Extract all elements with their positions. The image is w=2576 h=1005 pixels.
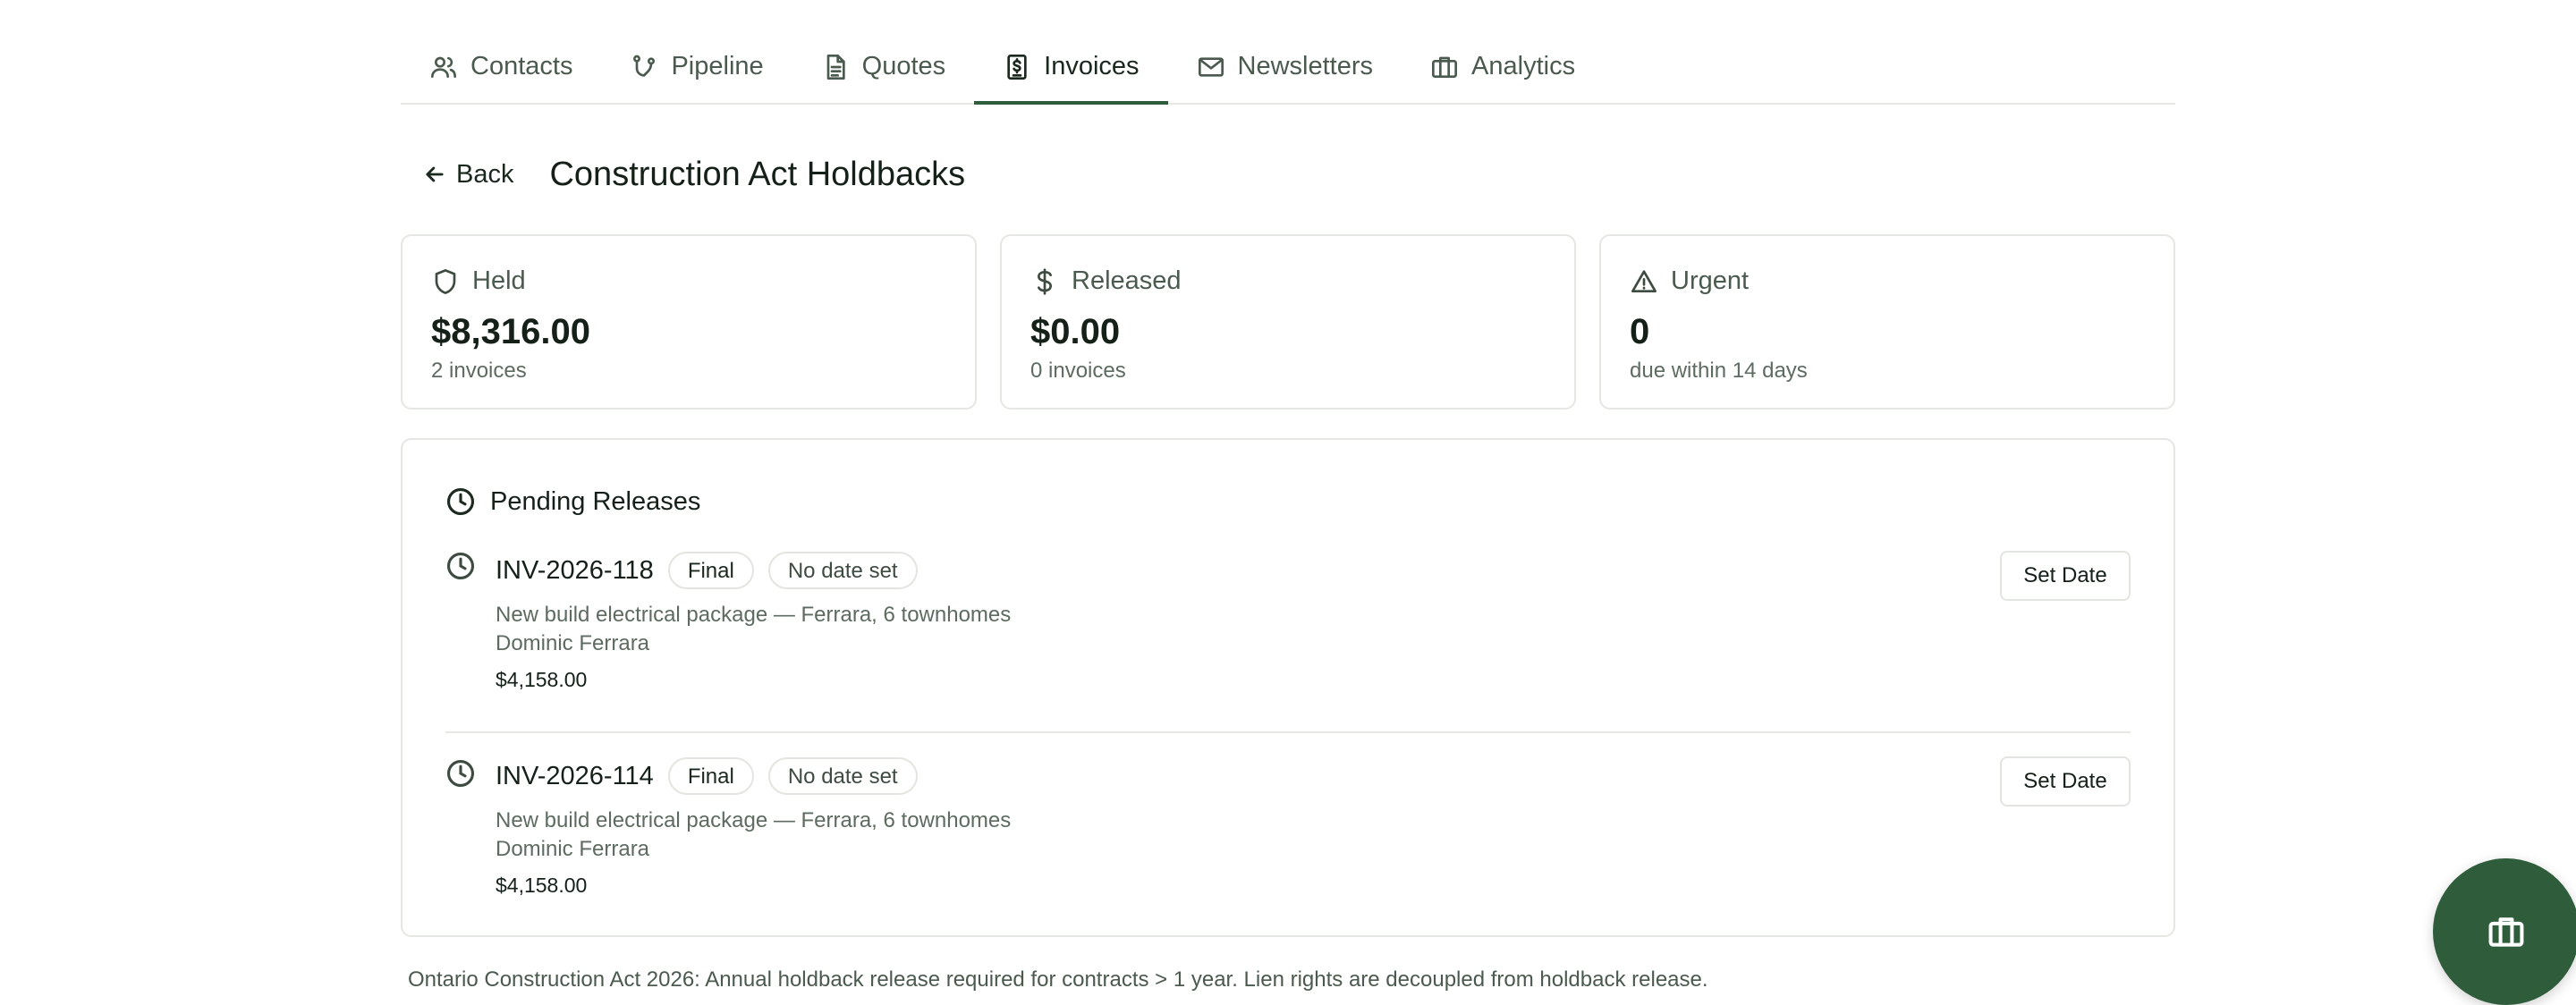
- release-header: INV-2026-118 Final No date set: [496, 551, 1011, 590]
- briefcase-icon: [1432, 56, 1458, 78]
- dollar-icon: [1038, 267, 1052, 295]
- date-badge: No date set: [767, 552, 918, 589]
- held-count: 2 invoices: [431, 359, 527, 383]
- held-amount: $8,316.00: [431, 312, 590, 351]
- invoice-icon: [1007, 54, 1027, 80]
- urgent-count: 0: [1630, 312, 1650, 351]
- holdback-amount: $4,158.00: [496, 874, 588, 897]
- tab-label: Quotes: [861, 52, 946, 80]
- tab-label: Analytics: [1471, 52, 1576, 80]
- list-item: INV-2026-118 Final No date set New build…: [445, 551, 2131, 703]
- card-header: Urgent: [1630, 266, 2145, 296]
- pipeline-icon: [633, 55, 656, 77]
- client-name: Dominic Ferrara: [496, 631, 650, 655]
- pending-releases-panel: Pending Releases INV-2026-118 Final No d…: [401, 438, 2175, 937]
- back-button[interactable]: Back: [422, 160, 513, 190]
- document-icon: [826, 54, 845, 80]
- panel-header: Pending Releases: [445, 486, 700, 517]
- tab-label: Pipeline: [671, 52, 764, 80]
- shield-icon: [435, 268, 456, 294]
- card-header: Held: [431, 266, 946, 296]
- set-date-button[interactable]: Set Date: [2000, 551, 2131, 601]
- tab-invoices[interactable]: Invoices: [974, 30, 1168, 105]
- briefcase-icon: [2488, 917, 2524, 947]
- tab-label: Newsletters: [1237, 52, 1374, 80]
- date-badge: No date set: [767, 757, 918, 795]
- release-details: INV-2026-118 Final No date set New build…: [496, 551, 1011, 694]
- card-label: Released: [1072, 266, 1182, 295]
- warning-icon: [1631, 269, 1657, 292]
- tab-newsletters[interactable]: Newsletters: [1168, 30, 1402, 103]
- tab-analytics[interactable]: Analytics: [1402, 30, 1604, 103]
- invoice-number: INV-2026-118: [496, 555, 654, 585]
- users-icon: [431, 56, 456, 78]
- tab-contacts[interactable]: Contacts: [401, 30, 601, 103]
- legal-footnote: Ontario Construction Act 2026: Annual ho…: [408, 967, 1708, 992]
- type-badge: Final: [667, 552, 754, 589]
- page-header: Back Construction Act Holdbacks: [422, 152, 965, 197]
- back-label: Back: [456, 159, 514, 189]
- set-date-button[interactable]: Set Date: [2000, 756, 2131, 807]
- type-badge: Final: [667, 757, 754, 795]
- list-item: INV-2026-114 Final No date set New build…: [445, 731, 2131, 897]
- tab-quotes[interactable]: Quotes: [792, 30, 975, 103]
- urgent-card: Urgent 0 due within 14 days: [1599, 234, 2175, 410]
- floating-action-button[interactable]: [2433, 858, 2576, 1005]
- clock-icon: [446, 759, 475, 788]
- summary-cards: Held $8,316.00 2 invoices Released $0.00…: [401, 234, 2175, 410]
- card-header: Released: [1030, 266, 1546, 296]
- page-title: Construction Act Holdbacks: [549, 155, 966, 193]
- released-card: Released $0.00 0 invoices: [1000, 234, 1576, 410]
- holdback-amount: $4,158.00: [496, 668, 588, 691]
- clock-icon: [446, 552, 475, 580]
- urgent-note: due within 14 days: [1630, 359, 1808, 383]
- held-card: Held $8,316.00 2 invoices: [401, 234, 977, 410]
- mail-icon: [1198, 56, 1224, 77]
- tab-label: Invoices: [1044, 52, 1140, 80]
- release-header: INV-2026-114 Final No date set: [496, 756, 1011, 796]
- invoice-description: New build electrical package — Ferrara, …: [496, 808, 1012, 832]
- clock-icon: [446, 487, 475, 516]
- release-details: INV-2026-114 Final No date set New build…: [496, 756, 1011, 899]
- client-name: Dominic Ferrara: [496, 837, 650, 861]
- card-label: Held: [472, 266, 526, 295]
- tab-label: Contacts: [470, 52, 573, 80]
- arrow-left-icon: [426, 166, 444, 182]
- main-nav: Contacts Pipeline Quotes Invoices Newsle…: [401, 30, 2175, 105]
- released-count: 0 invoices: [1030, 359, 1126, 383]
- card-label: Urgent: [1671, 266, 1750, 295]
- invoice-description: New build electrical package — Ferrara, …: [496, 603, 1012, 627]
- invoice-number: INV-2026-114: [496, 761, 654, 790]
- released-amount: $0.00: [1030, 312, 1121, 351]
- tab-pipeline[interactable]: Pipeline: [601, 30, 792, 103]
- panel-title: Pending Releases: [490, 486, 701, 516]
